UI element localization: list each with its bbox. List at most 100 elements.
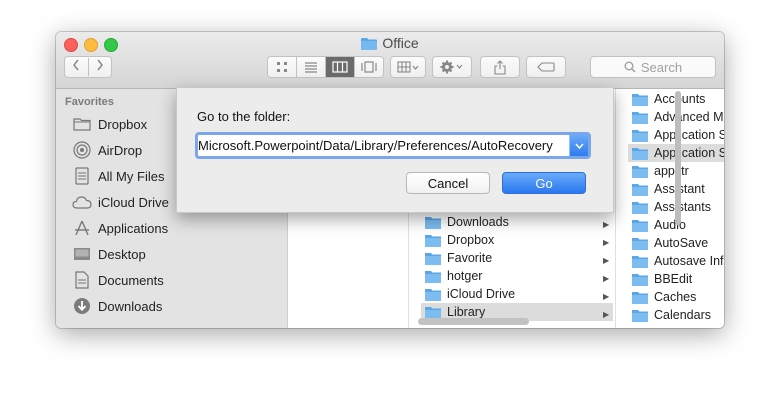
chevron-right-icon: ▶ [603,310,610,319]
folder-icon [425,216,441,229]
column-item-label: appstr [654,164,689,178]
sidebar-item-label: iCloud Drive [98,194,169,210]
column-item-label: Application S [654,146,724,160]
share-icon [494,59,506,75]
chevron-right-icon: ▶ [603,220,610,229]
list-view-button[interactable] [297,57,326,77]
search-placeholder: Search [640,59,683,75]
chevron-right-icon: ▶ [603,238,610,247]
column3-item[interactable]: Caches [632,288,724,306]
dialog-prompt: Go to the folder: [197,109,291,124]
folder-icon [425,288,441,301]
gear-icon [440,60,463,74]
folder-icon [632,165,648,178]
sidebar-item-desktop[interactable]: Desktop [72,244,146,264]
column-item-label: AutoSave [654,236,709,250]
arrange-button[interactable] [390,56,426,78]
icon-view-button[interactable] [268,57,297,77]
folder-icon [632,147,648,160]
folder-icon [632,273,648,286]
column-item-label: Downloads [447,215,509,229]
nav-buttons [64,56,112,78]
search-icon [624,61,636,73]
cancel-button[interactable]: Cancel [406,172,490,194]
all-files-icon [72,167,92,185]
folder-icon [425,270,441,283]
window-title-text: Office [382,35,419,51]
column-item-label: Audio [654,218,686,232]
column2-scrollbar[interactable] [675,91,681,225]
column-3: Accounts Advanced M Application S Applic… [616,89,724,328]
folder-path-field[interactable]: Microsoft.Powerpoint/Data/Library/Prefer… [195,132,591,159]
path-history-dropdown[interactable] [569,135,588,156]
tags-button[interactable] [526,56,566,78]
column-item-label: Library [447,305,486,319]
column-view-icon [332,61,348,73]
folder-icon [72,115,92,133]
column3-item[interactable]: Autosave Inf [632,252,724,270]
sidebar-item-documents[interactable]: Documents [72,270,164,290]
coverflow-view-button[interactable] [355,57,383,77]
chevron-right-icon: ▶ [603,256,610,265]
folder-path-value: Microsoft.Powerpoint/Data/Library/Prefer… [198,138,553,153]
go-button[interactable]: Go [502,172,586,194]
documents-icon [72,271,92,289]
column2-item-favorite[interactable]: Favorite [425,249,597,267]
column3-item[interactable]: AutoSave [632,234,724,252]
sidebar-item-label: Applications [98,220,169,236]
coverflow-view-icon [361,61,377,73]
folder-icon [632,93,648,106]
share-button[interactable] [480,56,520,78]
action-button[interactable] [432,56,472,78]
sidebar-header: Favorites [65,96,114,108]
folder-icon [632,183,648,196]
folder-icon [632,237,648,250]
sidebar-item-label: AirDrop [98,142,143,158]
column-item-label: Advanced M [654,110,724,124]
window-title: Office [56,35,724,53]
desktop-icon [72,245,92,263]
folder-icon [425,252,441,265]
sidebar-item-applications[interactable]: Applications [72,218,168,238]
column-item-label: Calendars [654,308,711,322]
airdrop-icon [72,141,92,159]
column2-item-downloads[interactable]: Downloads [425,213,597,231]
downloads-icon [72,297,92,315]
sidebar-item-label: Dropbox [98,116,148,132]
search-field[interactable]: Search [590,56,716,78]
list-view-icon [305,62,317,73]
column-view-button[interactable] [326,57,355,77]
column-item-label: iCloud Drive [447,287,516,301]
folder-icon [632,219,648,232]
horizontal-scrollbar[interactable] [418,318,529,325]
sidebar-item-airdrop[interactable]: AirDrop [72,140,142,160]
folder-icon [361,37,378,53]
column3-item[interactable]: Calendars [632,306,724,324]
forward-button[interactable] [89,58,112,76]
chevron-right-icon [97,59,103,71]
folder-icon [632,309,648,322]
view-mode-control [267,56,384,78]
column2-item-dropbox[interactable]: Dropbox [425,231,597,249]
column-item-label: hotger [447,269,483,283]
folder-icon [632,291,648,304]
folder-icon [425,306,441,319]
sidebar-item-label: Downloads [98,298,163,314]
column-item-label: Assistants [654,200,711,214]
applications-icon [72,219,92,237]
column2-item-hotger[interactable]: hotger [425,267,597,285]
folder-path-input[interactable]: Microsoft.Powerpoint/Data/Library/Prefer… [198,136,568,155]
column-item-label: Favorite [447,251,493,265]
back-button[interactable] [65,58,89,76]
folder-icon [632,129,648,142]
sidebar-item-downloads[interactable]: Downloads [72,296,162,316]
column-item-label: Caches [654,290,697,304]
go-to-folder-dialog: Go to the folder: Microsoft.Powerpoint/D… [176,88,614,213]
sidebar-item-icloud-drive[interactable]: iCloud Drive [72,192,169,212]
sidebar-item-dropbox[interactable]: Dropbox [72,114,147,134]
sidebar-item-label: Documents [98,272,164,288]
folder-icon [632,111,648,124]
sidebar-item-all-my-files[interactable]: All My Files [72,166,164,186]
column2-item-icloud-drive[interactable]: iCloud Drive [425,285,597,303]
column3-item[interactable]: BBEdit [632,270,724,288]
